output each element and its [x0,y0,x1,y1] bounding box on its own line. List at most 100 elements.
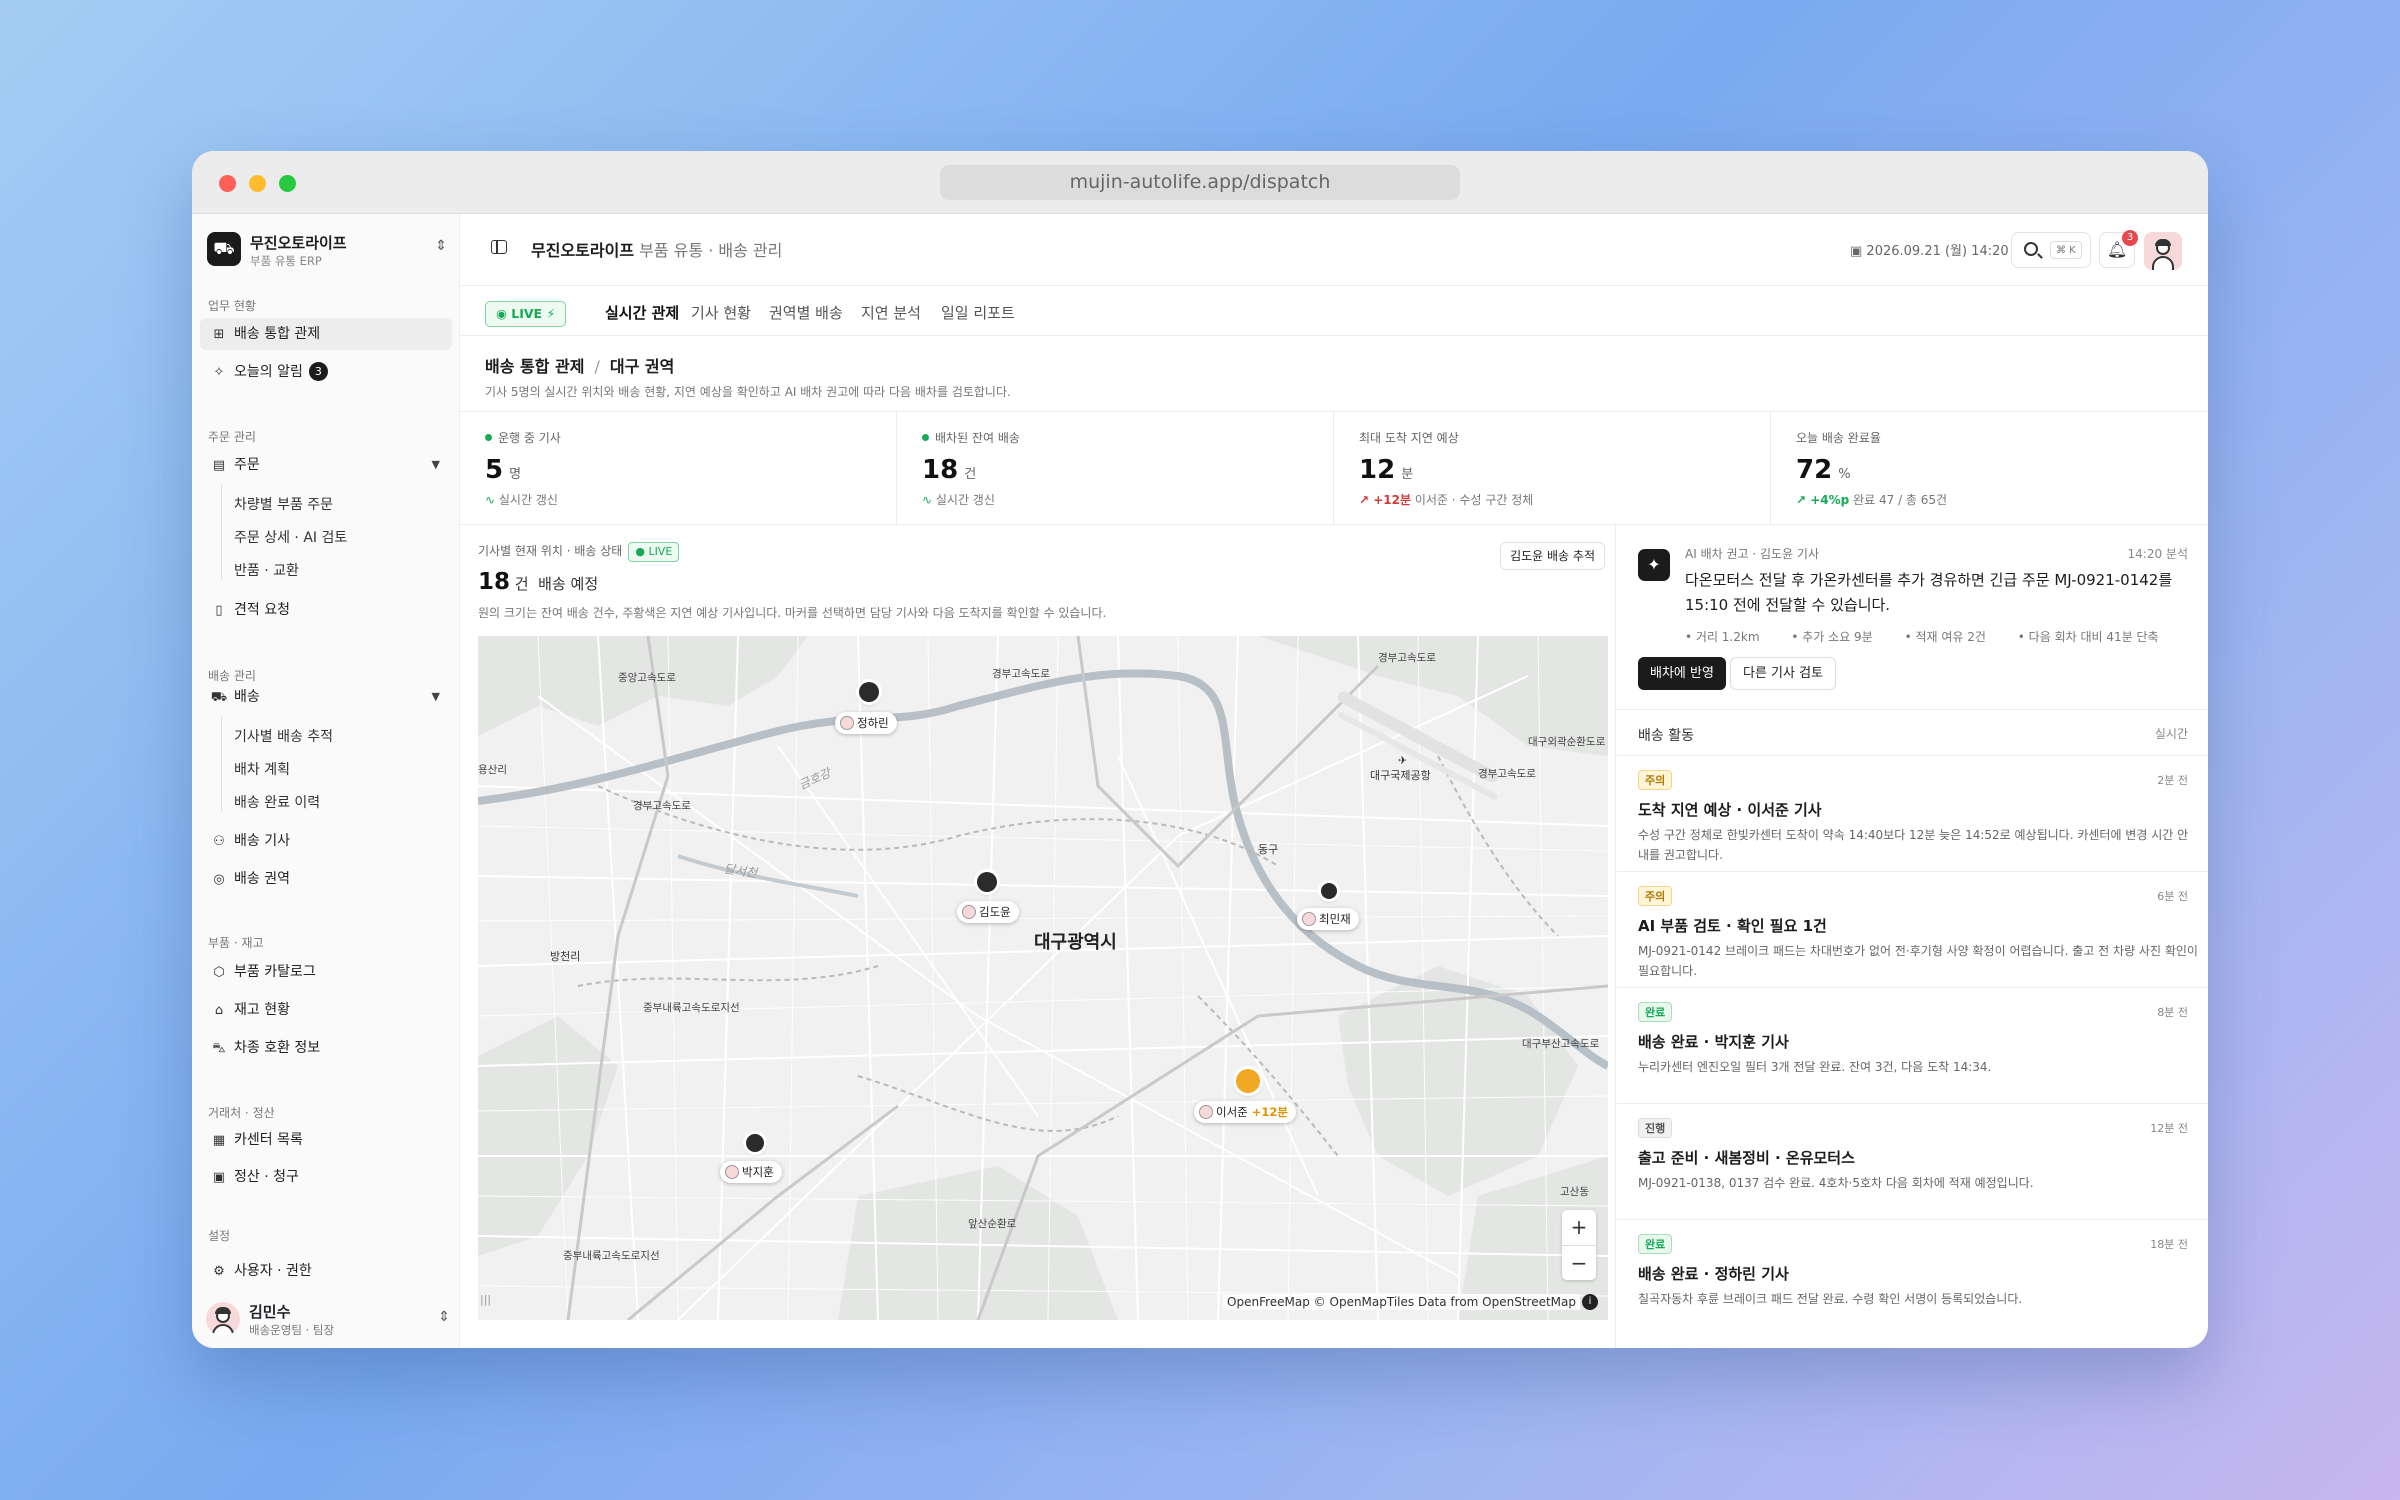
ai-recommendation-panel: ✦ AI 배차 권고 · 김도윤 기사 14:20 분석 다온모터스 전달 후 … [1617,525,2208,710]
warehouse-icon: ⌂ [214,1003,224,1018]
track-driver-button[interactable]: 김도윤 배송 추적 [1500,542,1605,570]
address-bar[interactable]: mujin-autolife.app/dispatch [940,165,1460,200]
status-badge: 주의 [1638,886,1673,906]
list-item[interactable]: 주의 6분 전 AI 부품 검토 · 확인 필요 1건 MJ-0921-0142… [1617,872,2208,988]
chevron-down-icon: ▼ [431,690,440,703]
minimize-window-button[interactable] [249,175,266,192]
bolt-icon: ⚡︎ [542,306,556,321]
status-dot [922,434,929,441]
activity-desc: 수성 구간 정체로 한빛카센터 도착이 약속 14:40보다 12분 늦은 14… [1638,828,2189,862]
sidebar-item-users[interactable]: ⚙ 사용자 · 권한 [200,1255,452,1287]
tab-region-delivery[interactable]: 권역별 배송 [769,302,843,323]
list-item[interactable]: 진행 12분 전 출고 준비 · 새봄정비 · 온유모터스 MJ-0921-01… [1617,1104,2208,1220]
driver-avatar-icon [725,1165,739,1179]
sidebar-sub-driver-tracking[interactable]: 기사별 배송 추적 [234,726,333,746]
zoom-in-button[interactable]: + [1562,1210,1596,1245]
zoom-out-button[interactable]: − [1562,1245,1596,1280]
user-role: 배송운영팀 · 팀장 [249,1323,335,1337]
users-icon: ⚇ [213,834,225,849]
timestamp: 18분 전 [2150,1238,2188,1251]
tab-realtime[interactable]: 실시간 관제 [605,302,679,323]
brand-switcher[interactable]: ⛟ 무진오토라이프 부품 유통 ERP ⇕ [207,230,447,274]
ai-analysis-time: 14:20 분석 [2127,547,2188,561]
review-other-driver-button[interactable]: 다른 기사 검토 [1730,657,1837,690]
activity-title: 배송 완료 · 박지훈 기사 [1638,1033,1789,1051]
avatar [206,1302,240,1336]
box-icon: ⬡ [213,965,225,980]
current-datetime: ▣ 2026.09.21 (월) 14:20 [1850,244,2009,259]
page-description: 기사 5명의 실시간 위치와 배송 현황, 지연 예상을 확인하고 AI 배차 … [485,385,1011,399]
sidebar-item-dispatch[interactable]: ⊞ 배송 통합 관제 [200,318,452,350]
kpi-remaining-deliveries: 배차된 잔여 배송 18 건 ∿ 실시간 갱신 [897,412,1334,525]
map-resize-handle[interactable]: ||| [480,1293,491,1306]
place-label: 대구부산고속도로 [1522,1038,1600,1050]
ai-recommendation-meta: • 거리 1.2km • 추가 소요 9분 • 적재 여유 2건 • 다음 회차… [1685,630,2159,644]
list-item[interactable]: 완료 18분 전 배송 완료 · 정하린 기사 칠곡자동차 후륜 브레이크 패드… [1617,1220,2208,1348]
driver-avatar-icon [840,716,854,730]
submenu-line [221,716,222,812]
truck-icon: ⛟ [210,690,228,705]
section-partners: 거래처 · 정산 [208,1106,275,1120]
tab-daily-report[interactable]: 일일 리포트 [941,302,1015,323]
timestamp: 12분 전 [2150,1122,2188,1135]
sidebar-item-compat[interactable]: ⛍ 차종 호환 정보 [200,1032,452,1064]
maximize-window-button[interactable] [279,175,296,192]
place-label: 경부고속도로 [1378,652,1436,664]
browser-titlebar: mujin-autolife.app/dispatch [192,151,2208,214]
sidebar-sub-vehicle-order[interactable]: 차량별 부품 주문 [234,494,333,514]
sidebar: ⛟ 무진오토라이프 부품 유통 ERP ⇕ 업무 현황 ⊞ 배송 통합 관제 ✧ 오… [192,214,460,1348]
apply-dispatch-button[interactable]: 배차에 반영 [1638,657,1726,690]
status-badge: 주의 [1638,770,1673,790]
user-menu[interactable]: 김민수 배송운영팀 · 팀장 ⇕ [206,1297,450,1343]
sidebar-item-billing[interactable]: ▣ 정산 · 청구 [200,1161,452,1193]
clipboard-icon: ▤ [212,458,226,473]
sidebar-item-drivers[interactable]: ⚇ 배송 기사 [200,825,452,857]
info-icon[interactable]: i [1582,1294,1598,1310]
brand-name: 무진오토라이프 [250,234,347,252]
sidebar-item-stock[interactable]: ⌂ 재고 현황 [200,994,452,1026]
timestamp: 6분 전 [2157,890,2188,903]
notifications-button[interactable]: 🔔︎ 3 [2099,230,2138,268]
search-button[interactable]: ⌘ K [2011,232,2091,268]
driver-avatar-icon [1199,1105,1213,1119]
sidebar-sub-returns[interactable]: 반품 · 교환 [234,560,299,580]
sidebar-toggle-icon[interactable] [491,240,507,254]
sidebar-item-alerts[interactable]: ✧ 오늘의 알림 3 [200,356,452,388]
profile-avatar-button[interactable] [2144,232,2182,270]
sidebar-item-catalog[interactable]: ⬡ 부품 카탈로그 [200,956,452,988]
tab-delay-analysis[interactable]: 지연 분석 [861,302,921,323]
tab-driver-status[interactable]: 기사 현황 [691,302,751,323]
sidebar-sub-order-ai-review[interactable]: 주문 상세 · AI 검토 [234,527,347,547]
sidebar-item-regions[interactable]: ◎ 배송 권역 [200,863,452,895]
timestamp: 2분 전 [2157,774,2188,787]
activity-feed-header: 배송 활동 실시간 [1617,710,2208,756]
activity-icon: ∿ [922,493,936,507]
section-orders: 주문 관리 [208,430,256,444]
map-pin-icon: ◎ [213,872,225,887]
notification-count-badge: 3 [2122,230,2138,246]
broadcast-icon: ◉ [496,306,512,321]
sidebar-sub-dispatch-plan[interactable]: 배차 계획 [234,759,290,779]
sidebar-item-delivery[interactable]: ⛟ 배송 ▼ [200,681,452,713]
close-window-button[interactable] [219,175,236,192]
receipt-icon: ▣ [212,1170,226,1185]
airplane-icon: ✈ [1398,754,1408,767]
sidebar-item-centers[interactable]: ▦ 카센터 목록 [200,1124,452,1156]
map-panel-label: 기사별 현재 위치 · 배송 상태 ● LIVE [478,542,680,562]
sidebar-item-orders[interactable]: ▤ 주문 ▼ [200,449,452,481]
place-label: 경부고속도로 [992,668,1050,680]
place-label: 고산동 [1560,1186,1589,1198]
place-label: 중부내륙고속도로지선 [643,1002,740,1014]
map-panel: 기사별 현재 위치 · 배송 상태 ● LIVE 18 건 배송 예정 원의 크기… [460,525,1616,1348]
brand-subtitle: 부품 유통 ERP [250,254,322,268]
sidebar-item-quote[interactable]: ▯ 견적 요청 [200,594,452,626]
chevron-down-icon: ▼ [431,458,440,471]
kpi-max-delay: 최대 도착 지연 예상 12 분 ↗ +12분 이서준 · 수성 구간 정체 [1334,412,1771,525]
delivery-map[interactable]: 중앙고속도로 경부고속도로 경부고속도로 경부고속도로 경부고속도로 중부내륙고… [478,636,1608,1320]
chevron-updown-icon: ⇕ [438,1309,450,1325]
list-item[interactable]: 주의 2분 전 도착 지연 예상 · 이서준 기사 수성 구간 정체로 한빛카센… [1617,756,2208,872]
document-icon: ▯ [215,603,223,618]
sidebar-sub-delivery-history[interactable]: 배송 완료 이력 [234,792,320,812]
user-name: 김민수 [249,1303,291,1321]
list-item[interactable]: 완료 8분 전 배송 완료 · 박지훈 기사 누리카센터 엔진오일 필터 3개 … [1617,988,2208,1104]
